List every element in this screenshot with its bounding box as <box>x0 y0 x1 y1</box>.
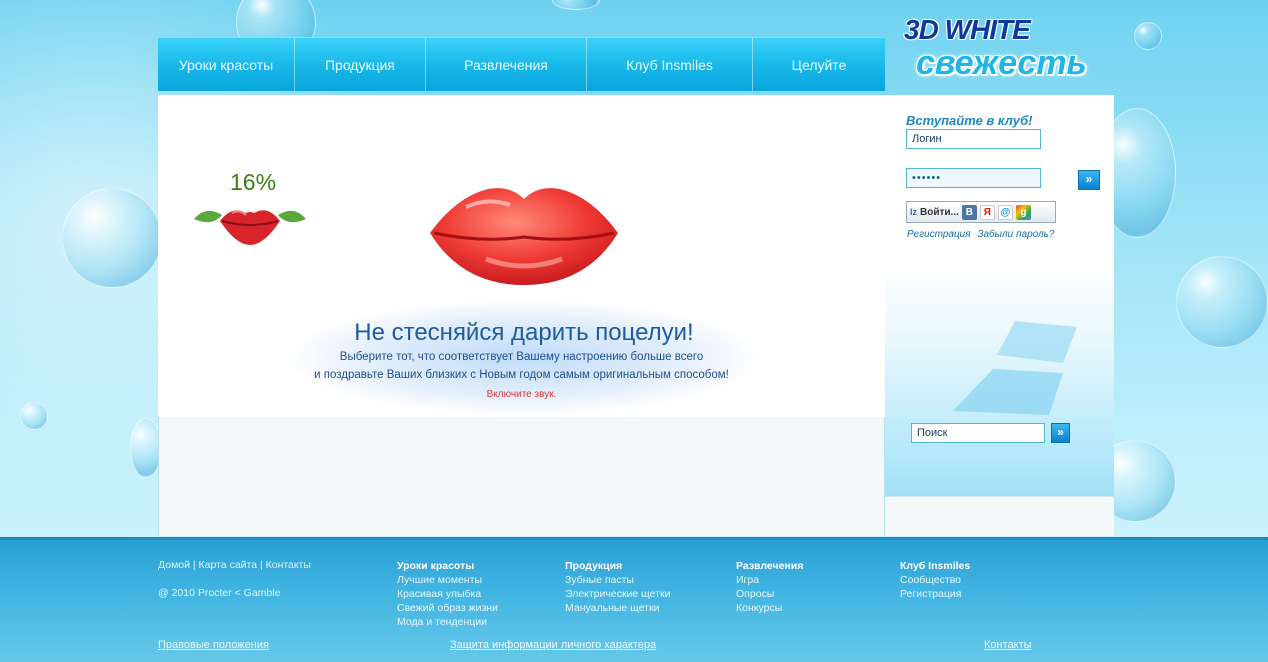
brand-logo[interactable]: 3D WHITE свежесть <box>900 8 1090 88</box>
content-area-lower <box>158 417 885 536</box>
search-input[interactable] <box>911 423 1045 443</box>
promo-text-line2: и поздравьте Ваших близких с Новым годом… <box>314 369 729 381</box>
nav-item-kiss[interactable]: Целуйте <box>753 38 885 91</box>
footer-col-club: Клуб Insmiles Сообщество Регистрация <box>900 559 970 601</box>
footer-copyright: @ 2010 Procter < Gamble <box>158 587 281 599</box>
promo-headline: Не стесняйся дарить поцелуи! <box>354 319 694 346</box>
nav-item-beauty-lessons[interactable]: Уроки красоты <box>158 38 295 91</box>
mailru-icon[interactable]: @ <box>997 204 1013 220</box>
bubble-decoration <box>1134 22 1162 50</box>
logo-line1: 3D WHITE <box>904 14 1031 45</box>
footer-link[interactable]: Сообщество <box>900 573 970 587</box>
login-submit-button[interactable]: » <box>1078 170 1100 190</box>
main-nav: Уроки красоты Продукция Развлечения Клуб… <box>158 37 885 91</box>
register-link[interactable]: Регистрация <box>907 229 971 240</box>
footer-col-title[interactable]: Продукция <box>565 559 670 573</box>
loading-lips-icon <box>194 210 306 245</box>
logo-line2: свежесть <box>916 44 1087 82</box>
loginza-logo-icon: lz <box>910 207 918 217</box>
bubble-decoration <box>552 0 600 10</box>
loginza-button[interactable]: lz Войти... В Я @ g <box>906 201 1056 223</box>
contacts-link[interactable]: Контакты <box>984 639 1032 651</box>
footer-link[interactable]: Лучшие моменты <box>397 573 498 587</box>
footer-link[interactable]: Электрические щетки <box>565 587 670 601</box>
footer-link[interactable]: Зубные пасты <box>565 573 670 587</box>
loginza-label: Войти... <box>920 206 959 218</box>
login-field[interactable] <box>906 129 1041 149</box>
google-icon[interactable]: g <box>1015 204 1031 220</box>
sidebar-bottom <box>885 496 1114 536</box>
sound-note: Включите звук. <box>486 389 557 400</box>
kiss-lips-image <box>430 188 618 285</box>
search-button[interactable]: » <box>1051 423 1070 443</box>
nav-item-products[interactable]: Продукция <box>295 38 426 91</box>
footer-link[interactable]: Мануальные щетки <box>565 601 670 615</box>
nav-item-club-insmiles[interactable]: Клуб Insmiles <box>587 38 753 91</box>
nav-item-entertainment[interactable]: Развлечения <box>426 38 587 91</box>
footer-col-products: Продукция Зубные пасты Электрические щет… <box>565 559 670 615</box>
footer-link[interactable]: Конкурсы <box>736 601 803 615</box>
footer-link[interactable]: Игра <box>736 573 803 587</box>
footer-col-entertainment: Развлечения Игра Опросы Конкурсы <box>736 559 803 615</box>
yandex-icon[interactable]: Я <box>979 204 995 220</box>
vkontakte-icon[interactable]: В <box>961 204 977 220</box>
legal-link[interactable]: Правовые положения <box>158 639 269 651</box>
footer-link[interactable]: Красивая улыбка <box>397 587 498 601</box>
password-field[interactable] <box>906 168 1041 188</box>
join-club-title: Вступайте в клуб! <box>906 113 1033 128</box>
loading-percent: 16% <box>230 169 277 195</box>
footer-col-title[interactable]: Развлечения <box>736 559 803 573</box>
footer-col-beauty: Уроки красоты Лучшие моменты Красивая ул… <box>397 559 498 629</box>
sidebar-panel: Вступайте в клуб! » lz Войти... В Я @ g … <box>885 95 1114 536</box>
forgot-password-link[interactable]: Забыли пароль? <box>977 229 1054 240</box>
footer-col-title[interactable]: Уроки красоты <box>397 559 498 573</box>
promo-text-line1: Выберите тот, что соответствует Вашему н… <box>339 351 704 363</box>
footer-link[interactable]: Опросы <box>736 587 803 601</box>
footer-link[interactable]: Свежий образ жизни <box>397 601 498 615</box>
footer: Домой | Карта сайта | Контакты @ 2010 Pr… <box>0 537 1268 662</box>
footer-link[interactable]: Мода и тенденции <box>397 615 498 629</box>
privacy-link[interactable]: Защита информации личного характера <box>450 639 656 651</box>
footer-col-title[interactable]: Клуб Insmiles <box>900 559 970 573</box>
bubble-decoration <box>62 188 162 288</box>
bubble-decoration <box>20 402 48 430</box>
footer-top-links[interactable]: Домой | Карта сайта | Контакты <box>158 559 311 571</box>
sidebar-decoration <box>953 321 1077 415</box>
promo-panel: 16% Не стесняйся дарить поцелуи! Выберит… <box>158 95 885 417</box>
auth-links: Регистрация Забыли пароль? <box>907 229 1058 240</box>
footer-link[interactable]: Регистрация <box>900 587 970 601</box>
bubble-decoration <box>1176 256 1268 348</box>
